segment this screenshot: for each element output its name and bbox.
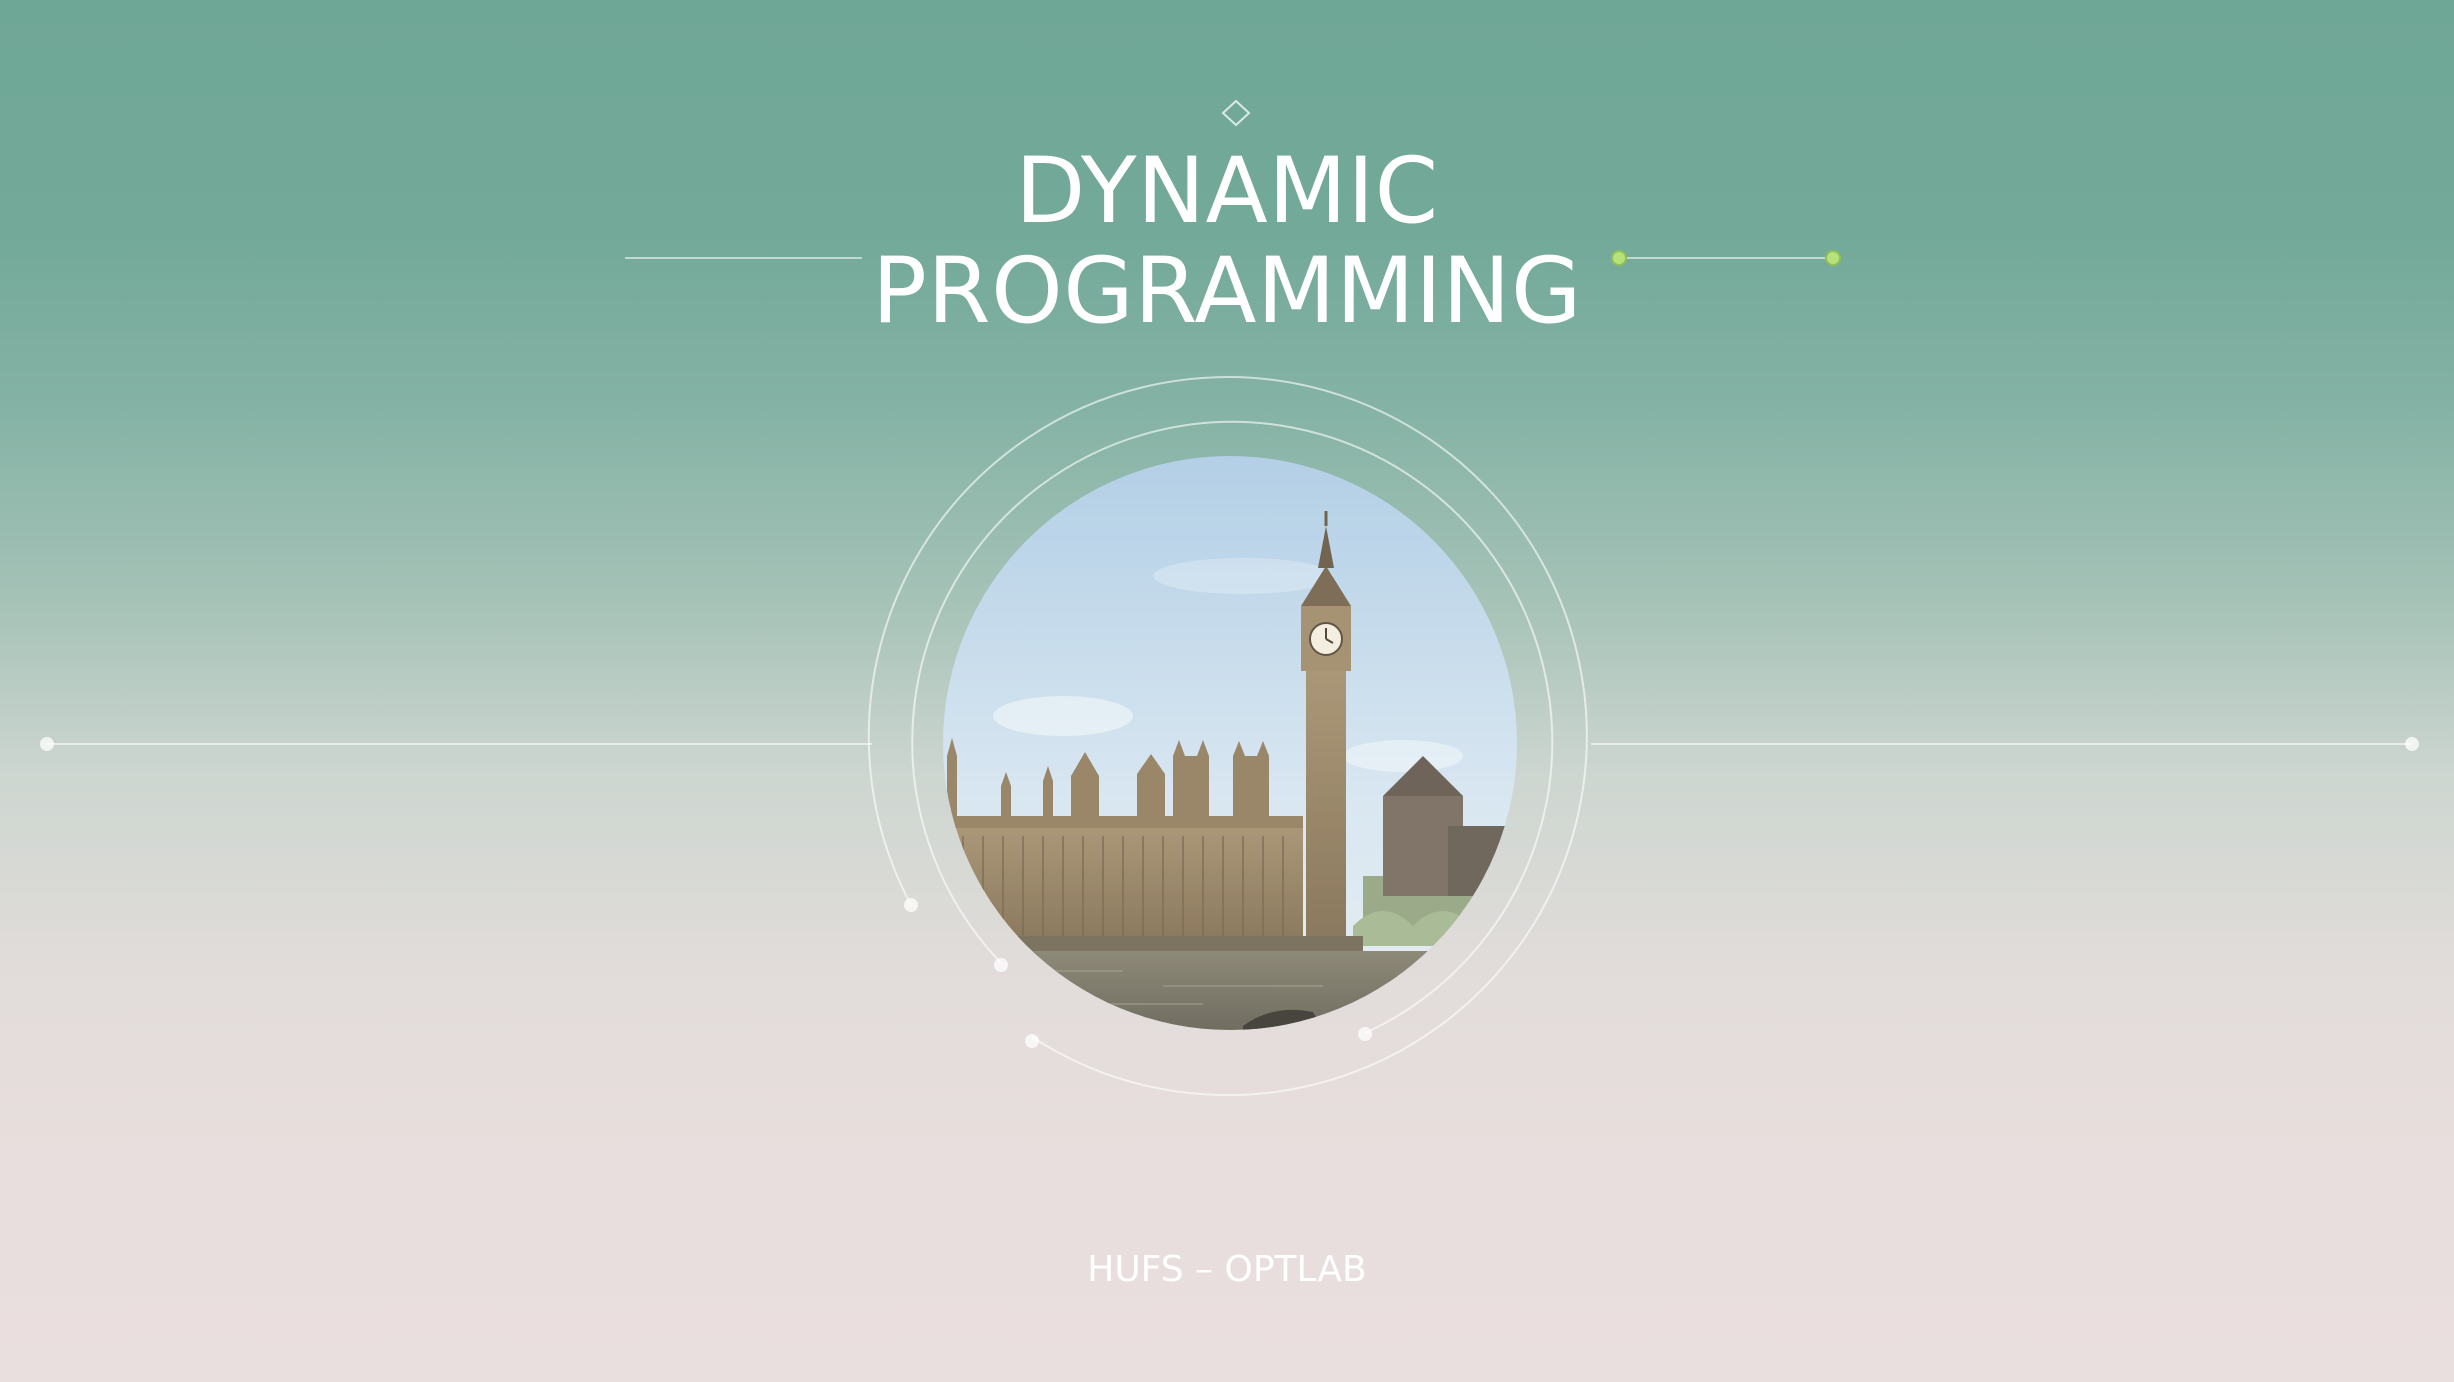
rule-end-dot	[40, 737, 54, 751]
diamond-icon	[1221, 99, 1251, 127]
ring-dot	[904, 898, 918, 912]
title-line-2: PROGRAMMING	[872, 239, 1582, 344]
slide-title: DYNAMIC PROGRAMMING	[0, 142, 2454, 342]
ring-dot	[994, 958, 1008, 972]
landmark-photo	[943, 456, 1517, 1030]
slide-footer: HUFS – OPTLAB	[1087, 1249, 1367, 1290]
rule-end-dot	[2405, 737, 2419, 751]
title-line-1: DYNAMIC	[1015, 139, 1439, 244]
ring-dot	[1358, 1027, 1372, 1041]
big-ben-illustration	[943, 456, 1517, 1030]
title-slide: DYNAMIC PROGRAMMING HUFS – OPTLAB	[0, 0, 2454, 1382]
ring-dot	[1025, 1034, 1039, 1048]
